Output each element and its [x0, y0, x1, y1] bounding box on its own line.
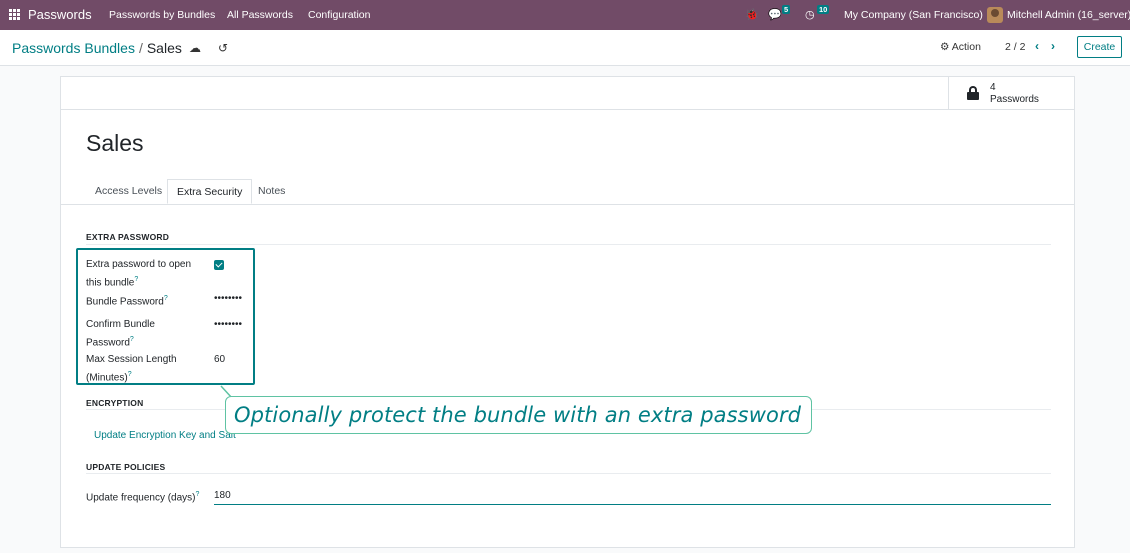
pager-next-icon[interactable]: ›	[1051, 39, 1055, 53]
pager-value[interactable]: 2 / 2	[1005, 41, 1025, 53]
section-title-encryption: ENCRYPTION	[86, 398, 144, 408]
menu-passwords-by-bundles[interactable]: Passwords by Bundles	[109, 9, 215, 21]
user-avatar[interactable]	[987, 7, 1003, 23]
section-divider	[86, 473, 1051, 474]
update-frequency-field[interactable]: 180	[214, 490, 231, 501]
breadcrumb-current: Sales	[146, 40, 182, 56]
action-menu-button[interactable]: ⚙ Action	[940, 41, 981, 53]
create-button[interactable]: Create	[1077, 36, 1122, 58]
top-navbar: Passwords Passwords by Bundles All Passw…	[0, 0, 1130, 30]
passwords-label: Passwords	[990, 94, 1039, 105]
action-label: Action	[951, 41, 981, 53]
apps-grid-icon[interactable]	[9, 9, 20, 20]
activities-count-badge: 10	[817, 5, 830, 14]
menu-all-passwords[interactable]: All Passwords	[227, 9, 293, 21]
lock-icon	[967, 86, 979, 100]
update-encryption-key-button[interactable]: Update Encryption Key and Salt	[94, 430, 236, 441]
activities-clock-icon[interactable]: ◷	[805, 8, 815, 21]
tour-highlight-box	[76, 248, 255, 385]
tab-access-levels[interactable]: Access Levels	[86, 179, 171, 204]
bug-icon[interactable]: 🐞	[745, 8, 759, 21]
company-switcher[interactable]: My Company (San Francisco)	[844, 9, 983, 21]
tabs-divider	[61, 204, 1074, 205]
tab-notes[interactable]: Notes	[249, 179, 294, 204]
gear-icon: ⚙	[940, 41, 950, 53]
record-title: Sales	[86, 130, 144, 156]
breadcrumb: Passwords Bundles / Sales	[12, 40, 182, 56]
messages-icon[interactable]: 💬	[768, 8, 782, 21]
pager-previous-icon[interactable]: ‹	[1035, 39, 1039, 53]
menu-configuration[interactable]: Configuration	[308, 9, 370, 21]
breadcrumb-parent[interactable]: Passwords Bundles	[12, 40, 135, 56]
discard-undo-icon[interactable]: ↺	[218, 41, 228, 55]
field-label-text: Update frequency (days)	[86, 492, 196, 504]
app-brand[interactable]: Passwords	[28, 7, 92, 22]
field-label-update-frequency: Update frequency (days)?	[86, 487, 204, 505]
update-frequency-underline	[214, 504, 1051, 505]
passwords-smart-button[interactable]: 4 Passwords	[948, 77, 1074, 110]
section-title-extra-password: EXTRA PASSWORD	[86, 232, 170, 242]
messages-count-badge: 5	[782, 5, 791, 14]
passwords-count: 4	[990, 82, 996, 93]
section-divider	[86, 244, 1051, 245]
section-title-update-policies: UPDATE POLICIES	[86, 462, 166, 472]
breadcrumb-separator: /	[138, 40, 143, 56]
smart-button-box: 4 Passwords	[61, 77, 1074, 110]
user-menu[interactable]: Mitchell Admin (16_server)	[1007, 9, 1130, 21]
control-panel: Passwords Bundles / Sales ☁ ↺ ⚙ Action 2 /…	[0, 30, 1130, 66]
tour-tooltip-text: Optionally protect the bundle with an ex…	[234, 403, 802, 427]
tour-tooltip: Optionally protect the bundle with an ex…	[225, 396, 812, 434]
tab-extra-security[interactable]: Extra Security	[167, 179, 253, 204]
save-cloud-icon[interactable]: ☁	[189, 41, 201, 55]
help-tooltip-icon[interactable]: ?	[196, 491, 200, 498]
